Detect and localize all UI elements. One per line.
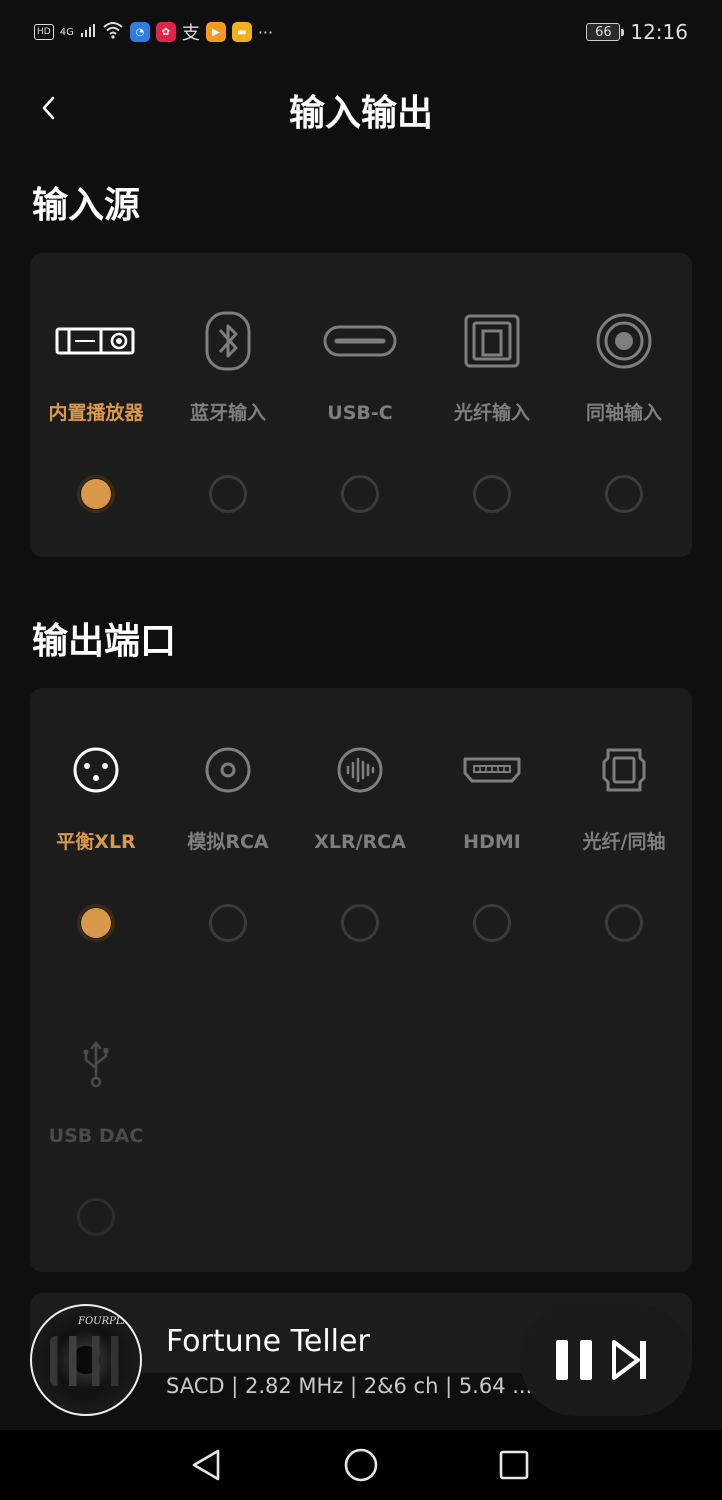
optical-coaxial-icon [583,738,665,802]
status-bar: HD 4G ◔ ✿ 支 ▶ ▬ ··· 66 12:16 [0,0,722,64]
more-notifications-icon: ··· [257,22,274,42]
album-brand: FOURPLAY [78,1316,136,1327]
output-option-label: 光纤/同轴 [582,831,666,853]
network-type: 4G [59,26,74,38]
signal-icon [80,22,96,42]
output-option-label: 平衡XLR [56,831,136,853]
mini-player[interactable]: FOURPLAY Fortune Teller SACD | 2.82 MHz … [0,1300,722,1420]
input-option-builtin-player[interactable]: 内置播放器 [30,309,162,513]
output-option-hdmi[interactable]: HDMI [426,738,558,942]
input-option-label: 蓝牙输入 [189,402,266,424]
output-option-label: HDMI [463,831,521,853]
input-option-coaxial[interactable]: 同轴输入 [558,309,690,513]
album-figures [50,1336,126,1386]
output-option-label: USB DAC [48,1125,144,1147]
track-format-info: SACD | 2.82 MHz | 2&6 ch | 5.64 ... [166,1374,533,1398]
status-bar-left: HD 4G ◔ ✿ 支 ▶ ▬ ··· [34,19,273,45]
output-radio-xlr-rca[interactable] [341,904,379,942]
output-radio-balanced-xlr[interactable] [77,904,115,942]
bluetooth-icon [187,309,269,373]
album-art[interactable]: FOURPLAY [30,1304,142,1416]
player-device-icon [55,309,137,373]
app-icon-2: ✿ [155,22,176,42]
app-icon-4: ▶ [205,22,226,42]
input-source-card: 内置播放器 蓝牙输入 USB-C 光纤输入 同轴输入 [30,253,692,557]
xlr-rca-icon [319,738,401,802]
nav-recents-button[interactable] [494,1447,534,1483]
optical-icon [451,309,533,373]
wifi-icon [102,21,124,43]
track-title: Fortune Teller [166,1324,370,1359]
output-port-card: 平衡XLR 模拟RCA XLR/RCA HDMI 光纤/同轴 USB DAC [30,688,692,1272]
app-icon-3: 支 [181,23,200,44]
usb-icon [55,1032,137,1096]
pause-icon-bar [580,1340,592,1380]
battery-icon: 66 [586,23,625,41]
pause-icon-bar [556,1340,568,1380]
next-track-button[interactable] [612,1340,648,1380]
output-option-balanced-xlr[interactable]: 平衡XLR [30,738,162,942]
hdmi-icon [451,738,533,802]
circle-home-icon [344,1448,378,1482]
pause-button[interactable] [556,1340,592,1380]
input-radio-builtin-player[interactable] [77,475,115,513]
system-navigation-bar [0,1430,722,1500]
usb-c-icon [319,309,401,373]
page-title: 输入输出 [288,93,433,134]
coaxial-icon [583,309,665,373]
input-radio-bluetooth[interactable] [209,475,247,513]
skip-next-icon [612,1340,646,1380]
nav-home-button[interactable] [341,1447,381,1483]
input-option-usb-c[interactable]: USB-C [294,309,426,513]
triangle-back-icon [192,1449,220,1481]
input-radio-usb-c[interactable] [341,475,379,513]
square-recents-icon [499,1450,529,1480]
hd-indicator: HD [34,24,54,40]
rca-icon [187,738,269,802]
app-icon-5: ▬ [231,22,252,42]
output-section-title: 输出端口 [32,621,177,662]
input-option-bluetooth[interactable]: 蓝牙输入 [162,309,294,513]
output-option-optical-coaxial[interactable]: 光纤/同轴 [558,738,690,942]
xlr-icon [55,738,137,802]
input-option-label: USB-C [327,402,393,424]
player-controls [520,1304,692,1416]
output-radio-hdmi[interactable] [473,904,511,942]
clock: 12:16 [630,20,688,44]
output-option-usb-dac: USB DAC [30,1032,162,1236]
output-radio-optical-coaxial[interactable] [605,904,643,942]
input-section-title: 输入源 [32,185,141,226]
output-radio-usb-dac [77,1198,115,1236]
output-radio-analog-rca[interactable] [209,904,247,942]
input-radio-coaxial[interactable] [605,475,643,513]
output-option-label: XLR/RCA [314,831,406,853]
input-option-label: 光纤输入 [453,402,530,424]
input-radio-optical[interactable] [473,475,511,513]
nav-back-button[interactable] [186,1447,226,1483]
input-option-label: 同轴输入 [585,402,662,424]
app-icon-1: ◔ [129,22,150,42]
output-option-analog-rca[interactable]: 模拟RCA [162,738,294,942]
input-option-label: 内置播放器 [48,402,144,424]
input-option-optical[interactable]: 光纤输入 [426,309,558,513]
output-option-xlr-rca[interactable]: XLR/RCA [294,738,426,942]
output-option-label: 模拟RCA [187,831,269,853]
status-bar-right: 66 12:16 [586,20,688,44]
